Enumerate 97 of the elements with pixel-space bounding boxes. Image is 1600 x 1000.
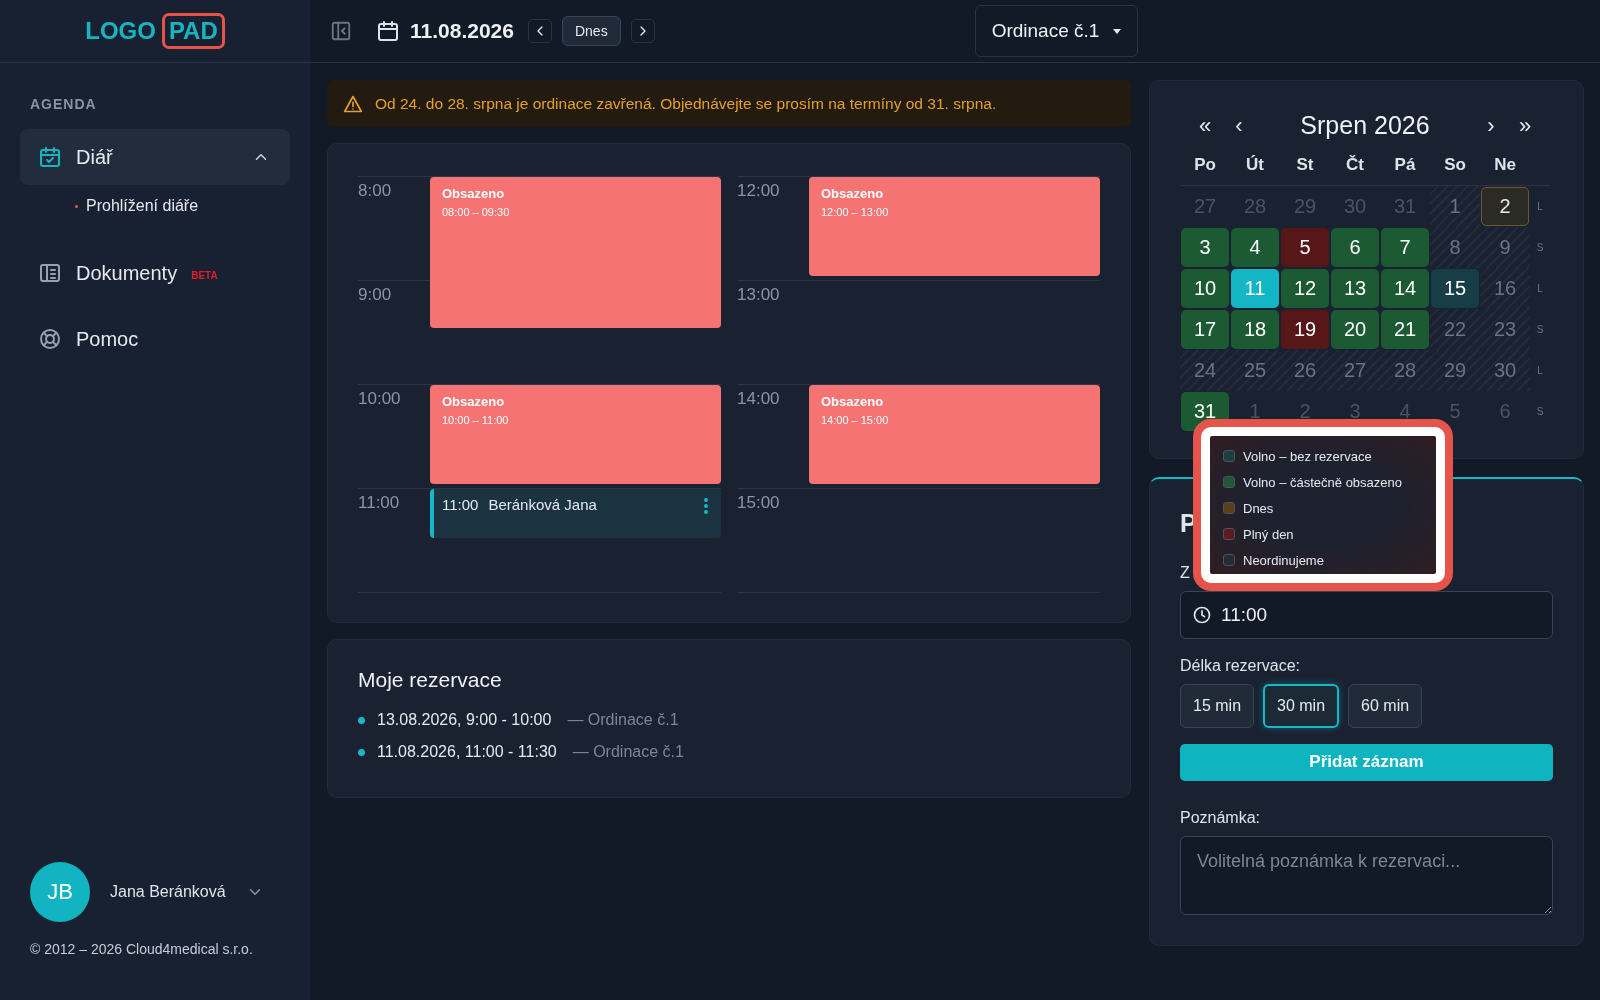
user-name[interactable]: Jana Beránková xyxy=(110,883,226,901)
previous-year-button[interactable]: « xyxy=(1188,112,1222,139)
time-label: 9:00 xyxy=(358,285,392,305)
calendar-day[interactable]: 4 xyxy=(1231,228,1279,267)
weekday-label: Po xyxy=(1180,144,1230,186)
previous-day-button[interactable] xyxy=(527,19,552,43)
field-label: Poznámka: xyxy=(1180,809,1261,829)
duration-option[interactable]: 60 min xyxy=(1348,683,1423,728)
event-title: Obsazeno xyxy=(821,394,884,409)
submenu-item[interactable]: Prohlížení diáře xyxy=(20,191,290,221)
week-parity: L xyxy=(1536,200,1544,214)
alert-message: Od 24. do 28. srpna je ordinace zavřená. Objednávejte se prosím na termíny od 31. srpna. xyxy=(375,94,997,113)
event-time: 08:00 – 09:30 xyxy=(442,206,510,218)
next-month-button[interactable]: › xyxy=(1474,112,1508,139)
event-time: 10:00 – 11:00 xyxy=(442,414,509,426)
reservation-time: 13.08.2026, 9:00 - 10:00 xyxy=(377,711,552,729)
calendar-day[interactable]: 15 xyxy=(1431,269,1479,308)
reservation-place: — Ordinace č.1 xyxy=(572,743,684,761)
copyright-text: © 2012 – 2026 Cloud4medical s.r.o. xyxy=(30,941,253,957)
weekday-label: St xyxy=(1280,144,1330,186)
weekday-label: Ne xyxy=(1480,144,1530,186)
event-time: 14:00 – 15:00 xyxy=(821,414,889,426)
event-time: 11:00 xyxy=(442,496,479,513)
calendar-day[interactable]: 12 xyxy=(1281,269,1329,308)
menu-item[interactable]: Dokumenty BETA xyxy=(20,245,290,301)
calendar-day[interactable]: 20 xyxy=(1331,310,1379,349)
calendar-day[interactable]: 14 xyxy=(1381,269,1429,308)
previous-month-button[interactable]: ‹ xyxy=(1222,112,1256,139)
calendar-day[interactable]: 5 xyxy=(1281,228,1329,267)
time-label: 11:00 xyxy=(358,493,400,513)
month-title: Srpen 2026 xyxy=(1299,111,1431,140)
calendar-day[interactable]: 7 xyxy=(1381,228,1429,267)
calendar-day[interactable]: 18 xyxy=(1231,310,1279,349)
reservation-block[interactable]: 11:00 Beránková Jana xyxy=(430,489,721,538)
calendar-day[interactable]: 6 xyxy=(1331,228,1379,267)
field-label: Délka rezervace: xyxy=(1180,656,1301,676)
event-title: Obsazeno xyxy=(821,186,884,201)
calendar-icon xyxy=(376,19,400,43)
duration-option[interactable]: 15 min xyxy=(1180,683,1255,728)
beta-label: BETA xyxy=(191,269,218,281)
panel-title: Moje rezervace xyxy=(358,668,503,692)
menu-item[interactable]: Pomoc xyxy=(20,311,290,367)
calendar-day[interactable]: 13 xyxy=(1331,269,1379,308)
legend-label: Volno – částečně obsazeno xyxy=(1243,474,1402,490)
menu-item[interactable]: Diář xyxy=(20,129,290,185)
weekday-label: Čt xyxy=(1330,144,1380,186)
event-title: Obsazeno xyxy=(442,186,505,201)
legend-label: Dnes xyxy=(1243,500,1274,516)
logo-text: LOGO xyxy=(85,17,156,45)
calendar-day[interactable]: 10 xyxy=(1181,269,1229,308)
sidebar-toggle-icon[interactable] xyxy=(330,20,352,42)
section-heading: AGENDA xyxy=(30,96,97,112)
calendar-day[interactable]: 2 xyxy=(1481,187,1529,226)
event-title: Obsazeno xyxy=(442,394,505,409)
calendar-day[interactable]: 17 xyxy=(1181,310,1229,349)
lifebuoy-icon xyxy=(38,327,62,351)
week-parity: L xyxy=(1536,364,1544,378)
time-label: 8:00 xyxy=(358,181,392,201)
caret-icon xyxy=(1113,28,1122,34)
week-parity: S xyxy=(1535,241,1545,255)
week-parity: L xyxy=(1536,282,1544,296)
more-icon[interactable] xyxy=(703,497,709,515)
current-date: 11.08.2026 xyxy=(410,19,514,43)
legend-label: Plný den xyxy=(1243,526,1294,542)
calendar-day[interactable]: 21 xyxy=(1381,310,1429,349)
location-dropdown[interactable]: Ordinace č.1 xyxy=(974,5,1139,57)
reservation-time: 11.08.2026, 11:00 - 11:30 xyxy=(377,743,557,761)
time-label: 12:00 xyxy=(737,181,780,201)
next-year-button[interactable]: » xyxy=(1508,112,1542,139)
event-time: 12:00 – 13:00 xyxy=(821,206,889,218)
next-day-button[interactable] xyxy=(630,19,655,43)
time-label: 10:00 xyxy=(358,389,401,409)
clock-icon xyxy=(1192,604,1212,625)
legend-label: Neordinujeme xyxy=(1243,552,1324,568)
weekday-label: Út xyxy=(1230,144,1280,186)
legend-label: Volno – bez rezervace xyxy=(1243,448,1372,464)
time-field[interactable]: 11:00 xyxy=(1180,590,1553,639)
calendar-day[interactable]: 19 xyxy=(1281,310,1329,349)
event-title: Beránková Jana xyxy=(488,496,597,513)
note-field[interactable]: Volitelná poznámka k rezervaci... xyxy=(1180,836,1553,915)
warning-icon xyxy=(343,93,363,114)
document-icon xyxy=(38,261,62,285)
duration-option[interactable]: 30 min xyxy=(1263,683,1340,728)
weekday-label: Pá xyxy=(1380,144,1430,186)
calendar-check-icon xyxy=(38,145,62,169)
reservation-place: — Ordinace č.1 xyxy=(567,711,679,729)
bullet-dot xyxy=(358,716,365,724)
week-parity: S xyxy=(1535,405,1545,419)
time-label: 13:00 xyxy=(737,285,780,305)
today-button[interactable]: Dnes xyxy=(561,16,621,46)
bullet-dot xyxy=(358,748,365,756)
logo-text: PAD xyxy=(161,13,225,49)
field-label: Z xyxy=(1180,564,1190,583)
week-parity: S xyxy=(1535,323,1545,337)
time-label: 15:00 xyxy=(737,493,780,513)
time-label: 14:00 xyxy=(737,389,780,409)
calendar-day[interactable]: 3 xyxy=(1181,228,1229,267)
